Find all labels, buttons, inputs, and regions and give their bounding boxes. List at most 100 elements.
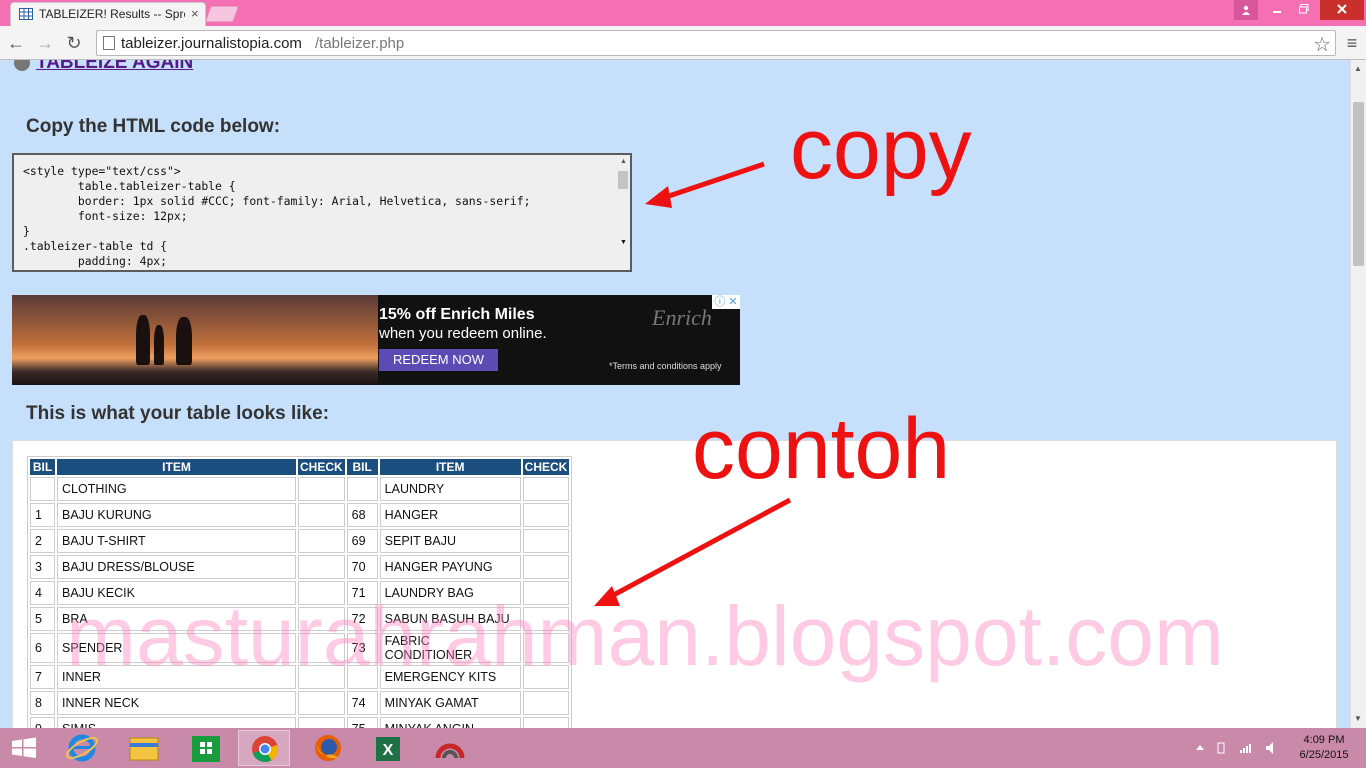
- code-textarea[interactable]: <style type="text/css"> table.tableizer-…: [12, 153, 632, 272]
- cell-check: [298, 529, 345, 553]
- tableize-again-label: TABLEIZE AGAIN: [36, 60, 194, 73]
- cell-bil: 9: [30, 717, 55, 728]
- cell-bil: 6: [30, 633, 55, 663]
- table-row: 1 BAJU KURUNG 68 HANGER: [30, 503, 570, 527]
- cell-bil: 74: [346, 691, 378, 715]
- page-scrollbar[interactable]: ▲ ▼: [1350, 60, 1366, 728]
- cell-bil: 7: [30, 665, 55, 689]
- scroll-down-icon[interactable]: ▼: [620, 239, 627, 246]
- ad-close-icon[interactable]: ⓘ ✕: [712, 295, 740, 309]
- menu-icon[interactable]: ≡: [1342, 33, 1362, 53]
- tableize-again-link[interactable]: TABLEIZE AGAIN: [14, 60, 193, 74]
- cell-check: [298, 691, 345, 715]
- cell-check: [298, 717, 345, 728]
- firefox-icon[interactable]: [302, 730, 354, 766]
- cell-item: SEPIT BAJU: [379, 529, 521, 553]
- cell-bil: 75: [346, 717, 378, 728]
- cell-item: SIMIS: [57, 717, 296, 728]
- cell-bil: 3: [30, 555, 55, 579]
- close-icon[interactable]: [1320, 0, 1364, 20]
- excel-icon[interactable]: X: [362, 730, 414, 766]
- code-text: <style type="text/css"> table.tableizer-…: [23, 164, 531, 268]
- scroll-up-icon[interactable]: ▲: [620, 158, 627, 165]
- header-item: ITEM: [379, 459, 521, 475]
- cell-bil: 2: [30, 529, 55, 553]
- cell-bil: 8: [30, 691, 55, 715]
- watermark: masturahrahman.blogspot.com: [66, 589, 1224, 683]
- cell-check: [522, 477, 570, 501]
- header-item: ITEM: [57, 459, 296, 475]
- table-row: 8 INNER NECK 74 MINYAK GAMAT: [30, 691, 570, 715]
- scroll-down-icon[interactable]: ▼: [1354, 714, 1362, 723]
- header-bil: BIL: [346, 459, 378, 475]
- redeem-now-button[interactable]: REDEEM NOW: [379, 349, 498, 371]
- ad-title: 15% off Enrich Miles: [379, 306, 535, 323]
- url-path: /tableizer.php: [315, 35, 405, 52]
- system-tray-icons[interactable]: [1192, 740, 1292, 756]
- cell-check: [298, 555, 345, 579]
- clock-time[interactable]: 4:09 PM: [1302, 734, 1346, 746]
- file-explorer-icon[interactable]: [118, 730, 170, 766]
- windows-start-icon[interactable]: [0, 730, 48, 766]
- enrich-logo: Enrich: [652, 305, 712, 330]
- new-tab-button[interactable]: [205, 6, 239, 22]
- cell-item: CLOTHING: [57, 477, 296, 501]
- cell-item: HANGER PAYUNG: [379, 555, 521, 579]
- cell-check: [298, 477, 345, 501]
- cell-bil: 5: [30, 607, 55, 631]
- cell-item: BAJU T-SHIRT: [57, 529, 296, 553]
- url-domain: tableizer.journalistopia.com: [121, 35, 302, 52]
- taskbar: X 4:09 PM 6/25/2015: [0, 728, 1366, 768]
- table-header-row: BIL ITEM CHECK BIL ITEM CHECK: [30, 459, 570, 475]
- code-scrollbar[interactable]: ▲ ▼: [616, 155, 630, 270]
- cell-item: LAUNDRY: [379, 477, 521, 501]
- preview-heading: This is what your table looks like:: [26, 403, 330, 424]
- cell-bil: [346, 477, 378, 501]
- chrome-icon[interactable]: [238, 730, 290, 766]
- copy-heading: Copy the HTML code below:: [26, 116, 281, 137]
- cell-bil: 1: [30, 503, 55, 527]
- windows-store-icon[interactable]: [180, 730, 232, 766]
- header-check: CHECK: [298, 459, 345, 475]
- cell-check: [522, 555, 570, 579]
- title-bar: TABLEIZER! Results -- Spre ×: [0, 0, 1366, 26]
- advertisement-banner[interactable]: 15% off Enrich Miles when you redeem onl…: [12, 295, 740, 385]
- cell-check: [522, 691, 570, 715]
- maximize-icon[interactable]: [1290, 0, 1318, 20]
- back-circle-icon: [14, 60, 30, 71]
- user-profile-icon[interactable]: [1234, 0, 1258, 20]
- clock-date[interactable]: 6/25/2015: [1296, 749, 1352, 761]
- internet-explorer-icon[interactable]: [56, 730, 108, 766]
- tab-close-icon[interactable]: ×: [191, 6, 199, 21]
- bookmark-star-icon[interactable]: ☆: [1313, 32, 1331, 57]
- code-scroll-thumb[interactable]: [618, 171, 628, 189]
- svg-text:X: X: [383, 742, 394, 759]
- table-row: 3 BAJU DRESS/BLOUSE 70 HANGER PAYUNG: [30, 555, 570, 579]
- cell-check: [522, 503, 570, 527]
- cell-item: MINYAK ANGIN: [379, 717, 521, 728]
- back-arrow-icon[interactable]: ←: [4, 31, 28, 55]
- cell-check: [522, 529, 570, 553]
- scroll-up-icon[interactable]: ▲: [1354, 64, 1362, 73]
- header-bil: BIL: [30, 459, 55, 475]
- browser-tab[interactable]: TABLEIZER! Results -- Spre ×: [10, 2, 206, 26]
- ad-terms: *Terms and conditions apply: [609, 361, 722, 371]
- reload-icon[interactable]: ↻: [62, 31, 86, 55]
- ad-subtitle: when you redeem online.: [379, 325, 547, 342]
- forward-arrow-icon[interactable]: →: [33, 31, 57, 55]
- cell-item: INNER NECK: [57, 691, 296, 715]
- page-icon: [103, 36, 115, 50]
- cell-item: HANGER: [379, 503, 521, 527]
- cell-bil: 70: [346, 555, 378, 579]
- app-icon[interactable]: [424, 730, 476, 766]
- table-row: 9SIMIS 75MINYAK ANGIN: [30, 717, 570, 728]
- header-check: CHECK: [522, 459, 570, 475]
- page-scroll-thumb[interactable]: [1353, 102, 1364, 266]
- table-row: CLOTHING LAUNDRY: [30, 477, 570, 501]
- cell-item: MINYAK GAMAT: [379, 691, 521, 715]
- minimize-icon[interactable]: [1264, 0, 1290, 20]
- annotation-contoh: contoh: [692, 401, 951, 497]
- address-bar[interactable]: tableizer.journalistopia.com /tableizer.…: [96, 30, 1336, 56]
- person-silhouette: [136, 315, 150, 365]
- browser-toolbar: ← → ↻ tableizer.journalistopia.com /tabl…: [0, 26, 1366, 60]
